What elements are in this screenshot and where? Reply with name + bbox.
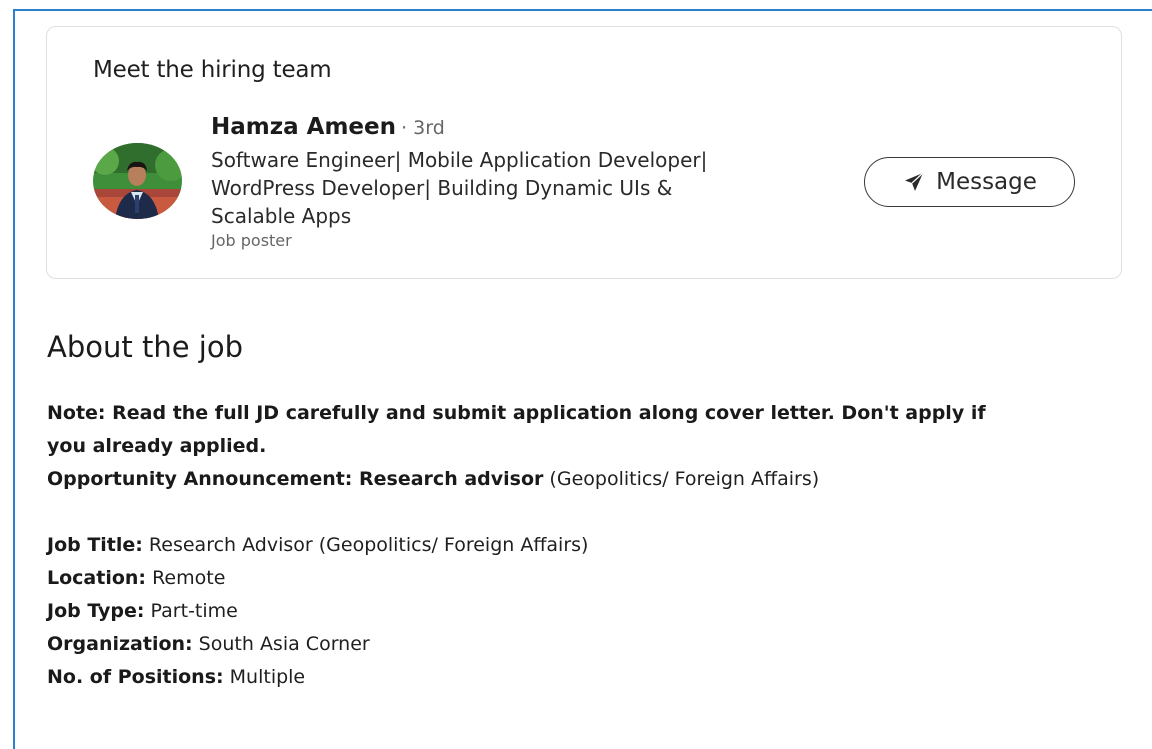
detail-row: Job Title: Research Advisor (Geopolitics… (47, 529, 1127, 562)
message-button[interactable]: Message (864, 157, 1075, 207)
note-line: you already applied. (47, 430, 1127, 463)
detail-value: Multiple (223, 666, 306, 688)
poster-info: Hamza Ameen · 3rd Software Engineer| Mob… (211, 113, 831, 252)
send-icon (902, 170, 926, 194)
detail-value: South Asia Corner (192, 633, 370, 655)
detail-label: Location: (47, 567, 147, 589)
hiring-team-title: Meet the hiring team (93, 57, 332, 83)
note-text: you already applied. (47, 435, 267, 457)
detail-value: Research Advisor (Geopolitics/ Foreign A… (142, 534, 589, 556)
detail-row: Job Type: Part-time (47, 595, 1127, 628)
detail-row: Organization: South Asia Corner (47, 628, 1127, 661)
announcement-value: (Geopolitics/ Foreign Affairs) (543, 468, 820, 490)
detail-value: Part-time (144, 600, 238, 622)
avatar[interactable] (93, 143, 182, 219)
avatar-photo (93, 143, 182, 219)
connection-degree: · 3rd (401, 117, 445, 139)
detail-row: No. of Positions: Multiple (47, 661, 1127, 694)
message-button-label: Message (936, 169, 1037, 195)
detail-label: Job Type: (47, 600, 145, 622)
detail-label: Job Title: (47, 534, 143, 556)
headline-line: Scalable Apps (211, 204, 352, 228)
poster-role: Job poster (211, 231, 292, 250)
detail-value: Remote (146, 567, 226, 589)
detail-row: Location: Remote (47, 562, 1127, 595)
about-job-description: Note: Read the full JD carefully and sub… (47, 397, 1127, 694)
headline-line: Software Engineer| Mobile Application De… (211, 148, 708, 172)
poster-headline: Software Engineer| Mobile Application De… (211, 146, 831, 230)
announcement-label: Opportunity Announcement: Research advis… (47, 468, 544, 490)
detail-label: No. of Positions: (47, 666, 224, 688)
headline-line: WordPress Developer| Building Dynamic UI… (211, 176, 673, 200)
poster-name-line: Hamza Ameen · 3rd (211, 113, 831, 143)
note-line: Note: Read the full JD carefully and sub… (47, 397, 1127, 430)
about-job-title: About the job (47, 330, 243, 364)
note-text: Note: Read the full JD carefully and sub… (47, 402, 986, 424)
hiring-team-card: Meet the hiring team Hamza Ameen · 3rd S… (46, 26, 1122, 279)
announcement-line: Opportunity Announcement: Research advis… (47, 463, 1127, 496)
detail-label: Organization: (47, 633, 193, 655)
poster-name[interactable]: Hamza Ameen (211, 114, 396, 140)
